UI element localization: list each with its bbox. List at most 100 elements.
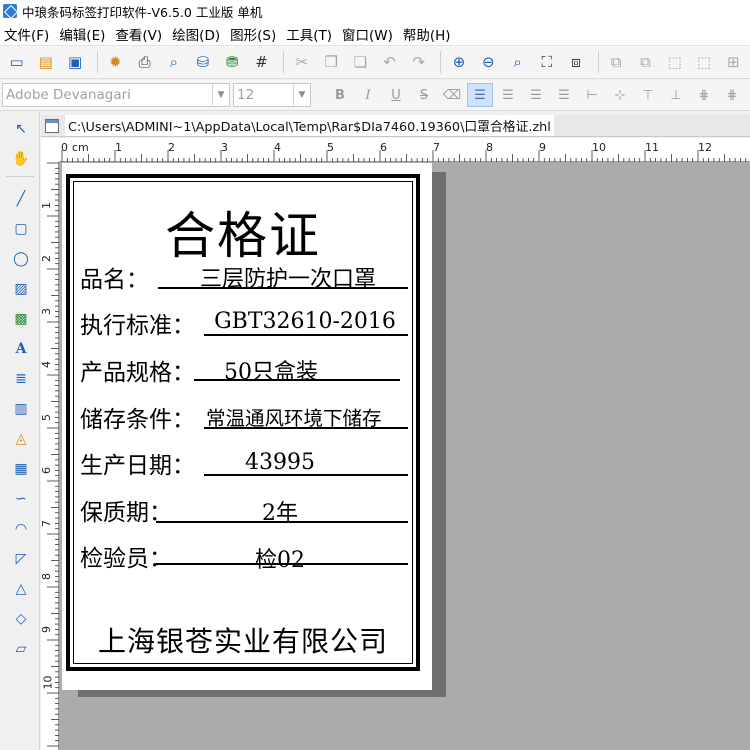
font-size-select[interactable]: 12 ▼ <box>233 83 311 107</box>
cut-icon[interactable]: ✂ <box>289 49 314 75</box>
menu-shape[interactable]: 图形(S) <box>230 24 276 44</box>
polygon-tool-icon[interactable]: ◸ <box>10 548 32 570</box>
menu-view[interactable]: 查看(V) <box>115 24 162 44</box>
text-tool-icon[interactable]: A <box>10 338 32 360</box>
field-label-storage[interactable]: 储存条件： <box>80 400 195 434</box>
align-top-icon[interactable]: ⊤ <box>635 83 661 107</box>
align-left-icon[interactable]: ☰ <box>467 83 493 107</box>
align-h-center-icon[interactable]: ⊹ <box>607 83 633 107</box>
diamond-tool-icon[interactable]: ◇ <box>10 608 32 630</box>
justify-icon[interactable]: ☰ <box>551 83 577 107</box>
document-tab[interactable]: C:\Users\ADMINI~1\AppData\Local\Temp\Rar… <box>41 115 750 137</box>
pan-hand-icon[interactable]: ✋ <box>10 148 32 170</box>
field-label-standard[interactable]: 执行标准： <box>80 306 195 340</box>
database-icon[interactable]: ⛁ <box>190 49 215 75</box>
line-tool-icon[interactable]: ╱ <box>10 188 32 210</box>
menu-edit[interactable]: 编辑(E) <box>59 24 105 44</box>
actual-size-icon[interactable]: ⧈ <box>563 49 588 75</box>
ruler-v-label-7: 7 <box>40 520 53 527</box>
distribute-icon[interactable]: ⋕ <box>691 83 717 107</box>
field-label-inspector[interactable]: 检验员： <box>80 539 172 573</box>
field-value-inspector[interactable]: 检02 <box>210 542 350 574</box>
chevron-down-icon[interactable]: ▼ <box>212 84 229 106</box>
align-bottom-icon[interactable]: ⊥ <box>663 83 689 107</box>
menu-draw[interactable]: 绘图(D) <box>172 24 220 44</box>
save-icon[interactable]: ▣ <box>63 49 88 75</box>
group-icon[interactable]: ⬚ <box>662 49 687 75</box>
print-icon[interactable]: ⎙ <box>132 49 157 75</box>
align-objects-icon[interactable]: ⧉ <box>604 49 629 75</box>
field-label-production-date[interactable]: 生产日期： <box>80 446 195 480</box>
label-border[interactable]: 合格证 品名： 三层防护一次口罩 执行标准： GBT32610-2016 产品规… <box>66 174 420 671</box>
lock-icon[interactable]: ⊞ <box>721 49 746 75</box>
toolbar-divider <box>440 51 442 73</box>
zoom-icon[interactable]: ⌕ <box>505 49 530 75</box>
triangle-tool-icon[interactable]: △ <box>10 578 32 600</box>
curve-tool-icon[interactable]: ∽ <box>10 488 32 510</box>
align-center-icon[interactable]: ☰ <box>495 83 521 107</box>
rectangle-tool-icon[interactable]: ▢ <box>10 218 32 240</box>
ruler-label-3: 3 <box>221 141 228 154</box>
company-name[interactable]: 上海银苍实业有限公司 <box>70 620 416 660</box>
distribute-2-icon[interactable]: ⋕ <box>719 83 745 107</box>
underline <box>194 379 400 381</box>
image-tool-icon[interactable]: ▨ <box>10 278 32 300</box>
drawing-toolbar: ↖ ✋ ╱ ▢ ◯ ▨ ▩ A ≣ ▥ ◬ ▦ ∽ ◠ ◸ △ ◇ ▱ <box>0 112 40 750</box>
paste-icon[interactable]: ❏ <box>348 49 373 75</box>
underline-button[interactable]: U <box>383 83 409 107</box>
align-left-edge-icon[interactable]: ⊢ <box>579 83 605 107</box>
select-pointer-icon[interactable]: ↖ <box>10 118 32 140</box>
grid-icon[interactable]: # <box>249 49 274 75</box>
ruler-v-label-9: 9 <box>40 626 53 633</box>
strikethrough-button[interactable]: S <box>411 83 437 107</box>
bold-button[interactable]: B <box>327 83 353 107</box>
new-document-icon[interactable]: ▭ <box>4 49 29 75</box>
menu-help[interactable]: 帮助(H) <box>403 24 451 44</box>
barcode-tool-icon[interactable]: ▥ <box>10 398 32 420</box>
ellipse-tool-icon[interactable]: ◯ <box>10 248 32 270</box>
label-title[interactable]: 合格证 <box>70 196 416 268</box>
arc-tool-icon[interactable]: ◠ <box>10 518 32 540</box>
field-label-spec[interactable]: 产品规格： <box>80 353 195 387</box>
rich-text-tool-icon[interactable]: ≣ <box>10 368 32 390</box>
menu-window[interactable]: 窗口(W) <box>342 24 393 44</box>
chevron-down-icon[interactable]: ▼ <box>293 84 310 106</box>
ruler-label-0: 0 <box>61 141 68 154</box>
field-value-production-date[interactable]: 43995 <box>210 450 350 475</box>
zoom-out-icon[interactable]: ⊖ <box>476 49 501 75</box>
align-objects-2-icon[interactable]: ⧉ <box>633 49 658 75</box>
picture-tool-icon[interactable]: ▩ <box>10 308 32 330</box>
undo-icon[interactable]: ↶ <box>377 49 402 75</box>
ruler-v-label-4: 4 <box>40 361 53 368</box>
database-settings-icon[interactable]: ⛃ <box>220 49 245 75</box>
settings-gear-icon[interactable]: ✹ <box>103 49 128 75</box>
redo-icon[interactable]: ↷ <box>406 49 431 75</box>
ruler-label-4: 4 <box>274 141 281 154</box>
parallelogram-tool-icon[interactable]: ▱ <box>10 638 32 660</box>
menu-file[interactable]: 文件(F) <box>4 24 49 44</box>
qrcode-tool-icon[interactable]: ▦ <box>10 458 32 480</box>
field-value-spec[interactable]: 50只盒装 <box>196 354 346 386</box>
ungroup-icon[interactable]: ⬚ <box>691 49 716 75</box>
copy-icon[interactable]: ❐ <box>318 49 343 75</box>
ruler-v-label-1: 1 <box>40 202 53 209</box>
toolbar-divider <box>6 176 34 177</box>
zoom-in-icon[interactable]: ⊕ <box>446 49 471 75</box>
shape-tool-icon[interactable]: ◬ <box>10 428 32 450</box>
italic-button[interactable]: I <box>355 83 381 107</box>
main-toolbar: ▭ ▤ ▣ ✹ ⎙ ⌕ ⛁ ⛃ # ✂ ❐ ❏ ↶ ↷ ⊕ ⊖ ⌕ ⛶ ⧈ ⧉ … <box>0 46 750 79</box>
document-path: C:\Users\ADMINI~1\AppData\Local\Temp\Rar… <box>65 115 554 136</box>
field-label-product-name[interactable]: 品名： <box>80 260 149 294</box>
clear-format-icon[interactable]: ⌫ <box>439 83 465 107</box>
menu-tools[interactable]: 工具(T) <box>286 24 332 44</box>
format-toolbar: Adobe Devanagari ▼ 12 ▼ B I U S ⌫ ☰ ☰ ☰ … <box>0 80 750 111</box>
open-folder-icon[interactable]: ▤ <box>33 49 58 75</box>
ruler-label-11: 11 <box>645 141 659 154</box>
field-value-standard[interactable]: GBT32610-2016 <box>204 309 406 334</box>
fit-page-icon[interactable]: ⛶ <box>534 49 559 75</box>
font-family-select[interactable]: Adobe Devanagari ▼ <box>2 83 230 107</box>
print-preview-icon[interactable]: ⌕ <box>161 49 186 75</box>
align-right-icon[interactable]: ☰ <box>523 83 549 107</box>
font-family-value: Adobe Devanagari <box>6 87 131 103</box>
ruler-label-10: 10 <box>592 141 606 154</box>
